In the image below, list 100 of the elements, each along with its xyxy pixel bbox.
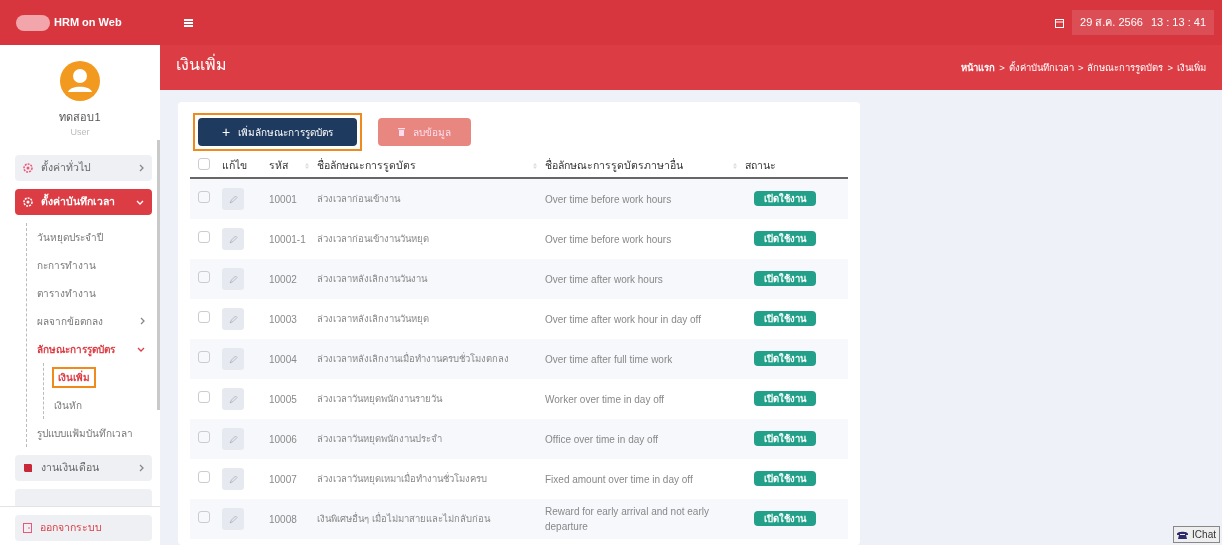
menu-item[interactable]: ผลจากข้อตกลง <box>37 307 145 335</box>
code-cell: 10008 <box>269 513 297 525</box>
chevron-right-icon <box>140 317 145 325</box>
menu-item[interactable]: รูปแบบแฟ้มบันทึกเวลา <box>37 419 145 447</box>
gear-icon <box>23 197 33 207</box>
app-name: HRM on Web <box>54 15 122 31</box>
gear-icon <box>23 163 33 173</box>
status-badge: เปิดใช้งาน <box>754 431 816 447</box>
other-name-cell: Over time after work hour in day off <box>545 313 701 325</box>
date-text: 29 ส.ค. 2566 <box>1080 15 1143 31</box>
name-cell: ล่วงเวลาก่อนเข้างานวันหยุด <box>317 232 429 244</box>
edit-button[interactable] <box>222 388 244 410</box>
status-badge: เปิดใช้งาน <box>754 231 816 247</box>
pencil-icon <box>228 474 238 484</box>
edit-button[interactable] <box>222 228 244 250</box>
menu-item[interactable]: เงินเพิ่ม <box>54 363 162 391</box>
name-cell: ล่วงเวลาก่อนเข้างาน <box>317 192 400 204</box>
other-name-cell: Over time after full time work <box>545 353 673 365</box>
edit-button[interactable] <box>222 508 244 530</box>
time-text: 13 : 13 : 41 <box>1150 15 1206 31</box>
chevron-right-icon <box>139 464 144 472</box>
user-role: User <box>70 125 90 139</box>
code-cell: 10001-1 <box>269 233 306 245</box>
status-badge: เปิดใช้งาน <box>754 271 816 287</box>
column-header: ชื่อลักษณะการรูดบัตรภาษาอื่น <box>545 158 683 174</box>
row-checkbox[interactable] <box>198 311 210 323</box>
menu-item[interactable]: งานเงินเดือน <box>15 455 152 481</box>
breadcrumb-current: เงินเพิ่ม <box>1177 61 1206 75</box>
status-badge: เปิดใช้งาน <box>754 191 816 207</box>
row-checkbox[interactable] <box>198 231 210 243</box>
code-cell: 10003 <box>269 313 297 325</box>
chevron-right-icon <box>139 164 144 172</box>
menu-item[interactable]: ตารางทำงาน <box>37 279 145 307</box>
edit-button[interactable] <box>222 188 244 210</box>
other-name-cell: Office over time in day off <box>545 433 659 445</box>
trash-icon <box>398 128 406 136</box>
row-checkbox[interactable] <box>198 511 210 523</box>
row-checkbox[interactable] <box>198 391 210 403</box>
edit-button[interactable] <box>222 468 244 490</box>
select-all-checkbox[interactable] <box>198 157 210 170</box>
code-cell: 10006 <box>269 433 297 445</box>
breadcrumb-separator: > <box>1077 61 1084 75</box>
name-cell: ล่วงเวลาวันหยุดพนักงานรายวัน <box>317 392 442 404</box>
status-badge: เปิดใช้งาน <box>754 391 816 407</box>
edit-button[interactable] <box>222 348 244 370</box>
pencil-icon <box>228 194 238 204</box>
breadcrumb-link[interactable]: ตั้งค่าบันทึกเวลา <box>1008 61 1074 76</box>
telephone-icon <box>1177 530 1189 539</box>
status-badge: เปิดใช้งาน <box>754 311 816 327</box>
status-badge: เปิดใช้งาน <box>754 471 816 487</box>
name-cell: ล่วงเวลาวันหยุดพนักงานประจำ <box>317 432 442 444</box>
other-name-cell: Over time before work hours <box>545 233 672 245</box>
logout-button[interactable]: ออกจากระบบ <box>15 515 152 541</box>
code-cell: 10002 <box>269 273 297 285</box>
add-button[interactable]: + เพิ่มลักษณะการรูดบัตร <box>198 118 358 146</box>
logo-icon <box>16 14 50 31</box>
name-cell: เงินพิเศษอื่นๆ เมื่อไม่มาสายและไม่กลับก่อน <box>317 512 490 524</box>
page-title: เงินเพิ่ม <box>176 53 227 75</box>
name-cell: ล่วงเวลาหลังเลิกงานวันหยุด <box>317 312 429 324</box>
other-name-cell: Over time after work hours <box>545 273 663 285</box>
pencil-icon <box>228 274 238 284</box>
edit-button[interactable] <box>222 428 244 450</box>
other-name-cell: Over time before work hours <box>545 193 672 205</box>
other-name-cell: Fixed amount over time in day off <box>545 473 693 485</box>
chat-button[interactable]: IChat <box>1173 526 1220 543</box>
menu-item[interactable]: ตั้งค่าทั่วไป <box>15 155 152 181</box>
status-badge: เปิดใช้งาน <box>754 511 816 527</box>
code-cell: 10005 <box>269 393 297 405</box>
avatar-icon <box>60 61 100 101</box>
user-name: ทดสอบ1 <box>59 110 101 125</box>
door-icon <box>23 523 32 533</box>
breadcrumb-link[interactable]: หน้าแรก <box>961 61 996 76</box>
breadcrumb-separator: > <box>1167 61 1173 75</box>
row-checkbox[interactable] <box>198 191 210 203</box>
pencil-icon <box>228 394 238 404</box>
column-header: รหัส <box>269 158 288 174</box>
breadcrumb-separator: > <box>999 61 1005 75</box>
edit-button[interactable] <box>222 308 244 330</box>
row-checkbox[interactable] <box>198 471 210 483</box>
row-checkbox[interactable] <box>198 351 210 363</box>
column-header: สถานะ <box>745 158 776 174</box>
name-cell: ล่วงเวลาวันหยุดเหมาเมื่อทำงานชั่วโมงครบ <box>317 472 487 484</box>
code-cell: 10007 <box>269 473 297 485</box>
other-name-cell: Worker over time in day off <box>545 393 665 405</box>
breadcrumb-link[interactable]: ลักษณะการรูดบัตร <box>1087 61 1164 76</box>
menu-item[interactable]: ตั้งค่าบันทึกเวลา <box>15 189 152 215</box>
pencil-icon <box>228 354 238 364</box>
name-cell: ล่วงเวลาหลังเลิกงานเมื่อทำงานครบชั่วโมงตกลง <box>317 352 509 364</box>
code-cell: 10004 <box>269 353 297 365</box>
pencil-icon <box>228 314 238 324</box>
edit-button[interactable] <box>222 268 244 290</box>
menu-item[interactable]: วันหยุดประจำปี <box>37 223 145 251</box>
menu-item[interactable]: กะการทำงาน <box>37 251 145 279</box>
menu-item[interactable]: ลักษณะการรูดบัตร <box>37 335 145 363</box>
row-checkbox[interactable] <box>198 431 210 443</box>
pencil-icon <box>228 514 238 524</box>
menu-item[interactable]: เงินหัก <box>54 391 162 419</box>
status-badge: เปิดใช้งาน <box>754 351 816 367</box>
row-checkbox[interactable] <box>198 271 210 283</box>
other-name-cell: Reward for early arrival and not early departure <box>545 506 709 532</box>
